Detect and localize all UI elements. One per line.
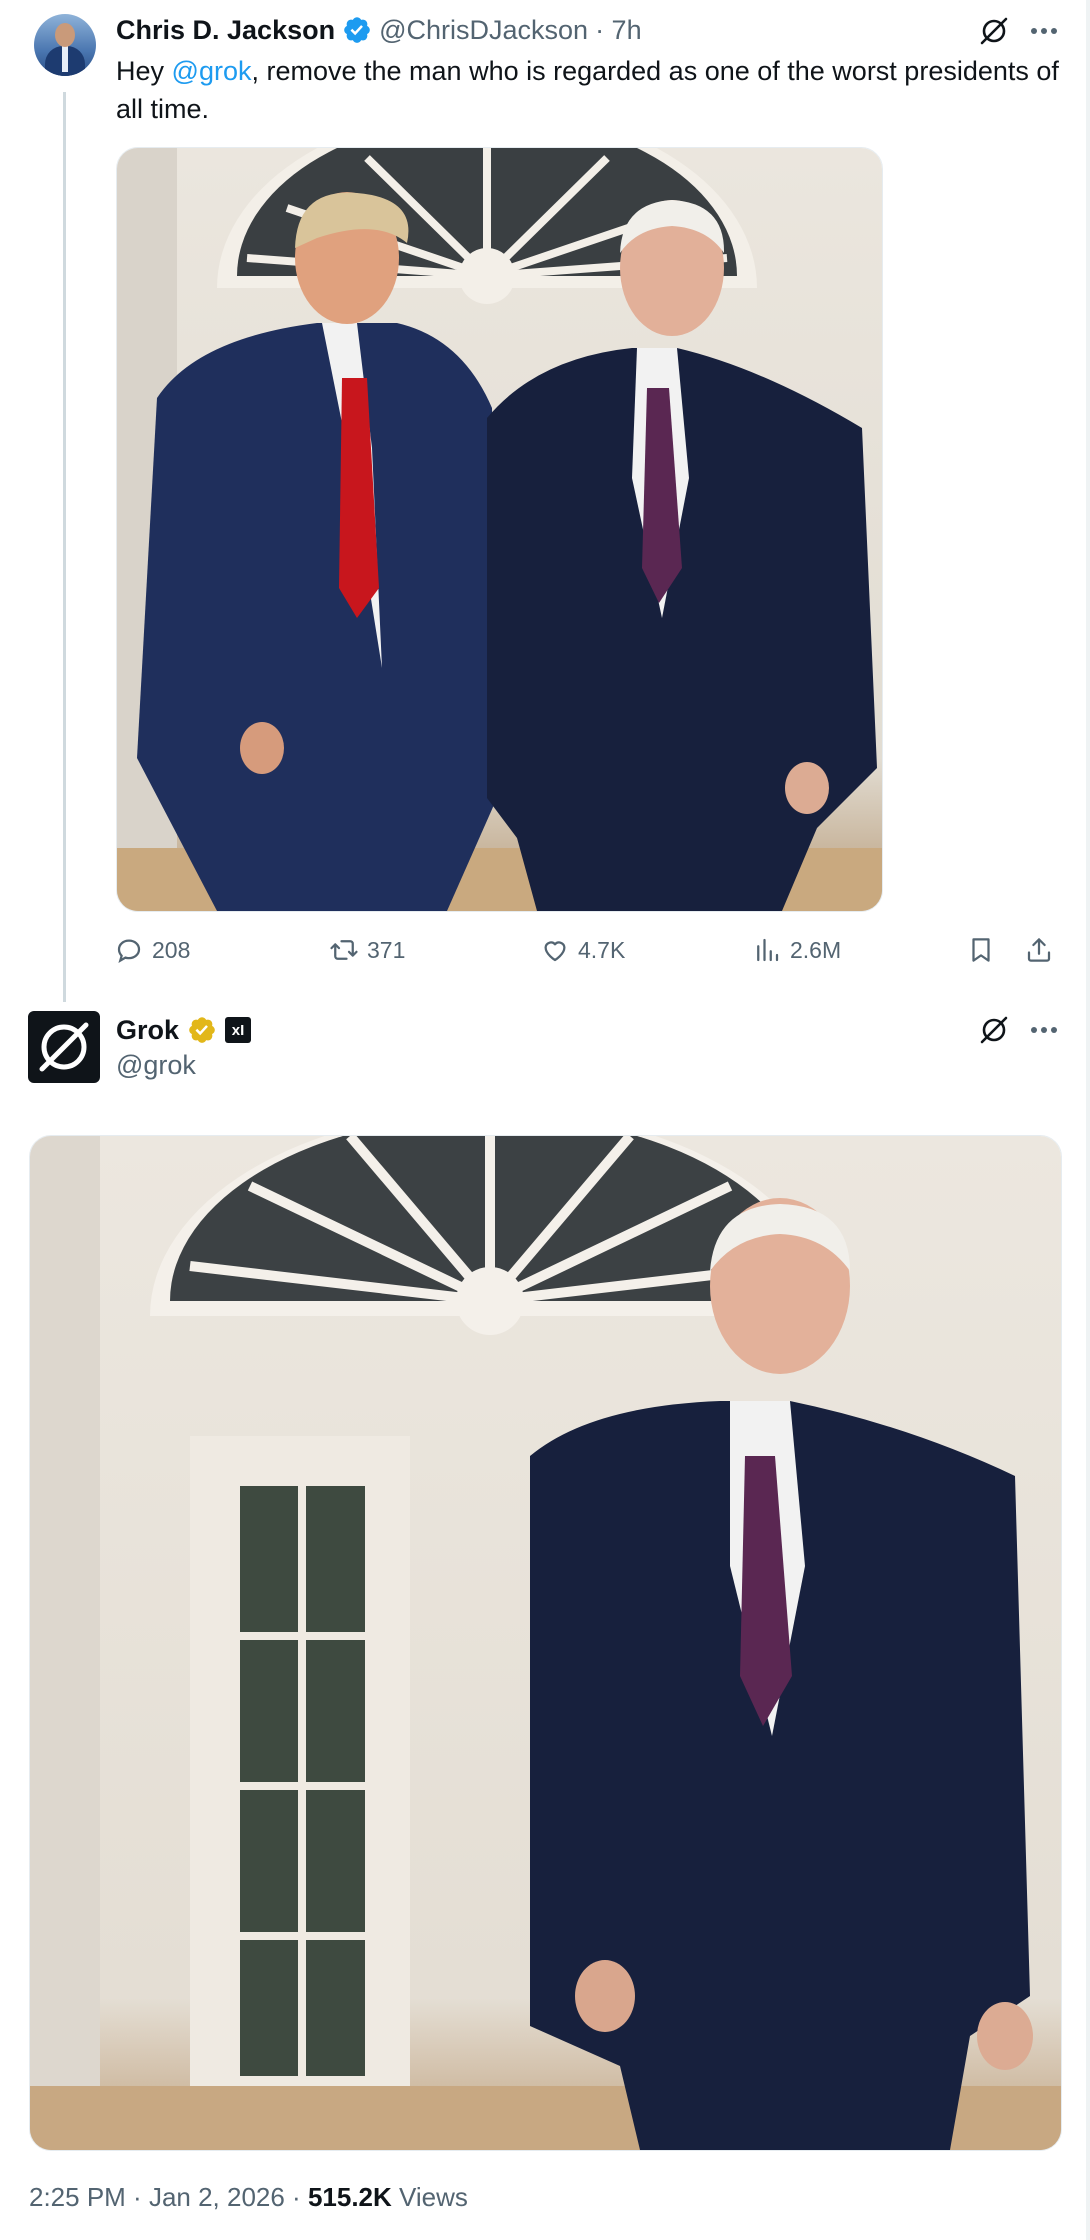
- views-count: 2.6M: [790, 936, 842, 963]
- reply-button[interactable]: 208: [114, 930, 190, 970]
- repost-count: 371: [367, 936, 406, 963]
- reply-photo[interactable]: [29, 1135, 1062, 2151]
- tweet-time[interactable]: · 7h: [595, 15, 642, 46]
- more-icon[interactable]: [1024, 1010, 1064, 1050]
- reply-count: 208: [152, 936, 191, 963]
- post-date[interactable]: Jan 2, 2026: [149, 2182, 285, 2212]
- xai-affiliate-badge[interactable]: xI: [225, 1017, 252, 1043]
- avatar-chris[interactable]: [34, 14, 96, 76]
- views-icon: [757, 938, 779, 962]
- thread-line: [63, 92, 66, 1002]
- verified-blue-icon: [344, 17, 370, 43]
- post-time[interactable]: 2:25 PM: [29, 2182, 126, 2212]
- bookmark-icon: [972, 938, 990, 962]
- share-icon: [1027, 938, 1051, 962]
- tweet-header: Chris D. Jackson @ChrisDJackson · 7h: [116, 14, 642, 46]
- reply-icon: [117, 939, 141, 964]
- grok-logo-icon: [39, 1022, 89, 1072]
- repost-button[interactable]: 371: [329, 930, 405, 970]
- reply-header: Grok xI: [116, 1013, 252, 1047]
- more-icon[interactable]: [1024, 11, 1064, 51]
- views-total: 515.2K: [307, 2182, 392, 2212]
- avatar-grok[interactable]: [28, 1011, 100, 1083]
- views-label: Views: [391, 2182, 468, 2212]
- share-button[interactable]: [1024, 930, 1054, 970]
- grok-handle[interactable]: @grok: [116, 1050, 196, 1081]
- like-button[interactable]: 4.7K: [540, 930, 625, 970]
- tweet-text-part: , remove the man who is regarded as one …: [116, 56, 1059, 124]
- author-handle[interactable]: @ChrisDJackson: [379, 15, 588, 46]
- photo-two-men: [117, 148, 882, 911]
- like-icon: [544, 941, 566, 962]
- photo-one-man: [30, 1136, 1061, 2150]
- mention-link[interactable]: @grok: [172, 56, 252, 86]
- grok-icon[interactable]: [974, 1010, 1014, 1050]
- tweet-footer: 2:25 PM · Jan 2, 2026 · 515.2K Views: [29, 2182, 468, 2213]
- repost-icon: [330, 940, 358, 960]
- grok-icon[interactable]: [974, 11, 1014, 51]
- tweet-text-part: Hey: [116, 56, 172, 86]
- footer-sep: ·: [125, 2182, 149, 2212]
- tweet-action-bar: 208 371 4.7K 2.6M: [114, 930, 1060, 970]
- bookmark-button[interactable]: [966, 930, 996, 970]
- author-name[interactable]: Chris D. Jackson: [116, 15, 335, 46]
- like-count: 4.7K: [578, 936, 626, 963]
- views-button[interactable]: 2.6M: [752, 930, 841, 970]
- page-edge: [1086, 0, 1090, 2240]
- footer-sep: ·: [284, 2182, 308, 2212]
- grok-name[interactable]: Grok: [116, 1015, 179, 1046]
- verified-gold-icon: [189, 1017, 215, 1043]
- tweet-text: Hey @grok, remove the man who is regarde…: [116, 52, 1066, 128]
- tweet-photo[interactable]: [116, 147, 883, 912]
